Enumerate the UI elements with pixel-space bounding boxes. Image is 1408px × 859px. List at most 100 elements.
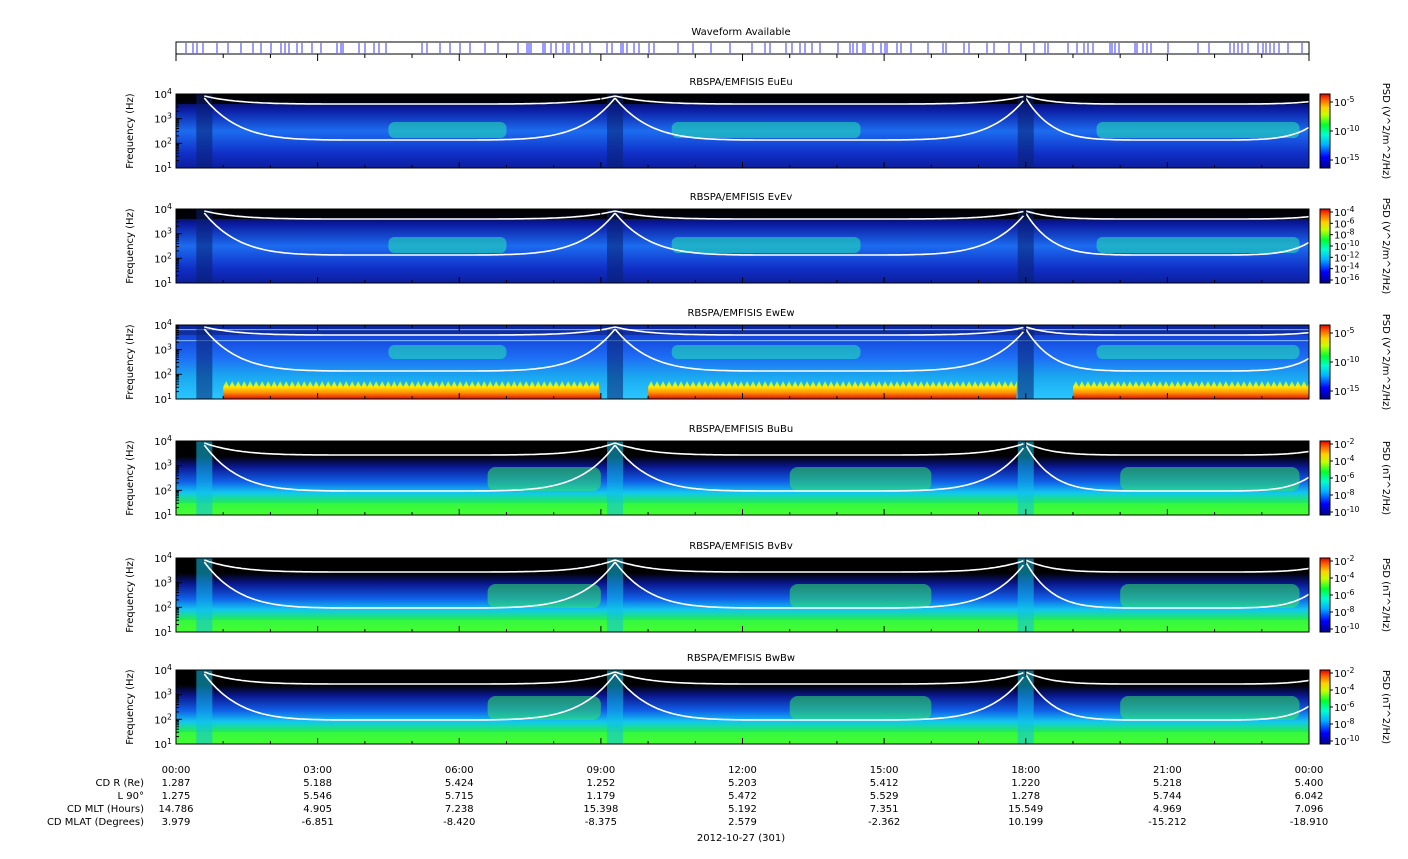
ephemeris-value: 14.786: [159, 804, 194, 815]
ephemeris-value: 5.188: [303, 778, 332, 789]
ephemeris-value: 5.192: [728, 804, 757, 815]
y-tick-label: 104: [154, 551, 172, 565]
spectrogram-panel: RBSPA/EMFISIS BvBv 101 102 103 104 Frequency …: [125, 541, 1391, 639]
y-tick-label: 101: [154, 392, 172, 406]
waveform-strip: [175, 41, 1310, 55]
colorbar-tick-label: 10-10: [1334, 124, 1360, 138]
spectrogram-panel: RBSPA/EMFISIS BwBw 101 102 103 104 Frequency …: [125, 653, 1391, 751]
colorbar-tick-label: 10-10: [1334, 505, 1360, 519]
ephemeris-value: 5.546: [303, 791, 332, 802]
y-axis-label: Frequency (Hz): [125, 440, 136, 516]
spectrogram-band: [1096, 122, 1300, 138]
ephemeris-value: 10.199: [1008, 817, 1043, 828]
ephemeris-row-label: L 90°: [118, 791, 144, 802]
spectrogram-band: [671, 122, 861, 138]
x-tick-label: 21:00: [1153, 765, 1182, 776]
colorbar: [1319, 557, 1331, 633]
spectrogram-band: [789, 696, 932, 720]
x-tick-label: 15:00: [870, 765, 899, 776]
spectrogram-panel: RBSPA/EMFISIS BuBu 101 102 103 104 Frequency …: [125, 424, 1391, 522]
panel-title: RBSPA/EMFISIS BuBu: [689, 424, 793, 435]
panel-title: RBSPA/EMFISIS EwEw: [687, 308, 794, 319]
colorbar-label: PSD (nT^2/Hz): [1380, 670, 1391, 744]
colorbar-tick-label: 10-5: [1334, 95, 1355, 109]
colorbar-label: PSD (nT^2/Hz): [1380, 558, 1391, 632]
panel-title: RBSPA/EMFISIS BwBw: [687, 653, 795, 664]
ephemeris-table: CD R (Re) 1.287 5.188 5.424 1.252 5.203 5.412 1…: [47, 778, 1328, 828]
colorbar-tick-label: 10-2: [1334, 437, 1355, 451]
colorbar-tick-label: 10-8: [1334, 717, 1355, 731]
ephemeris-value: 1.278: [1011, 791, 1040, 802]
panel-title: RBSPA/EMFISIS BvBv: [689, 541, 793, 552]
spectrogram-band: [1120, 584, 1300, 608]
colorbar: [1319, 208, 1331, 284]
y-axis-label: Frequency (Hz): [125, 669, 136, 745]
x-tick-label: 12:00: [728, 765, 757, 776]
ephemeris-value: 6.042: [1295, 791, 1324, 802]
ephemeris-value: -15.212: [1148, 817, 1187, 828]
panel-title: RBSPA/EMFISIS EuEu: [689, 77, 792, 88]
colorbar-tick-label: 10-4: [1334, 571, 1355, 585]
y-tick-label: 102: [154, 136, 172, 150]
colorbar-label: PSD (V^2/m^2/Hz): [1380, 314, 1391, 411]
y-tick-label: 103: [154, 227, 172, 241]
colorbar-tick-label: 10-16: [1334, 273, 1360, 287]
y-axis-label: Frequency (Hz): [125, 557, 136, 633]
y-tick-label: 102: [154, 600, 172, 614]
x-tick-label: 00:00: [1295, 765, 1324, 776]
ephemeris-value: -6.851: [302, 817, 334, 828]
colorbar: [1319, 669, 1331, 745]
y-tick-label: 102: [154, 712, 172, 726]
spectrogram-band: [789, 467, 932, 491]
y-tick-label: 103: [154, 576, 172, 590]
colorbar-tick-label: 10-10: [1334, 622, 1360, 636]
colorbar-tick-label: 10-15: [1334, 384, 1360, 398]
ephemeris-value: -8.375: [585, 817, 617, 828]
ephemeris-value: 1.220: [1011, 778, 1040, 789]
ephemeris-row-label: CD R (Re): [96, 778, 145, 789]
ephemeris-value: 3.979: [162, 817, 191, 828]
y-tick-label: 101: [154, 276, 172, 290]
spectrogram-panel: RBSPA/EMFISIS EvEv 101 102 103 104 Frequency …: [125, 192, 1391, 294]
ephemeris-value: 7.238: [445, 804, 474, 815]
ephemeris-value: -2.362: [868, 817, 900, 828]
colorbar: [1319, 324, 1331, 400]
spectrogram-band: [388, 237, 507, 253]
spectrogram-band: [671, 345, 861, 359]
spectrogram-band: [1096, 237, 1300, 253]
y-tick-label: 104: [154, 87, 172, 101]
spectrogram-figure: Waveform Available RBSPA/EMFISIS EuEu 101…: [47, 27, 1391, 844]
panel-title: RBSPA/EMFISIS EvEv: [690, 192, 793, 203]
x-axis-tick-labels: 00:00 03:00 06:00 09:00 12:00 15:00 18:0…: [162, 765, 1324, 776]
spectrogram-band: [1096, 345, 1300, 359]
colorbar-tick-label: 10-2: [1334, 666, 1355, 680]
ephemeris-value: 5.218: [1153, 778, 1182, 789]
ephemeris-value: 5.424: [445, 778, 474, 789]
spectrogram-band: [176, 340, 1309, 342]
ephemeris-value: 5.472: [728, 791, 757, 802]
colorbar-tick-label: 10-4: [1334, 454, 1355, 468]
ephemeris-value: 4.969: [1153, 804, 1182, 815]
y-tick-label: 101: [154, 737, 172, 751]
ephemeris-value: 7.351: [870, 804, 899, 815]
colorbar-label: PSD (V^2/m^2/Hz): [1380, 83, 1391, 180]
y-tick-label: 103: [154, 688, 172, 702]
ephemeris-value: 15.549: [1008, 804, 1043, 815]
colorbar-tick-label: 10-15: [1334, 153, 1360, 167]
colorbar-tick-label: 10-6: [1334, 700, 1355, 714]
ephemeris-value: 2.579: [728, 817, 757, 828]
colorbar-tick-label: 10-10: [1334, 734, 1360, 748]
y-tick-label: 101: [154, 508, 172, 522]
x-tick-label: 06:00: [445, 765, 474, 776]
date-label: 2012-10-27 (301): [697, 833, 785, 844]
ephemeris-value: 5.400: [1295, 778, 1324, 789]
x-tick-label: 09:00: [586, 765, 615, 776]
y-axis-label: Frequency (Hz): [125, 324, 136, 400]
ephemeris-row-label: CD MLT (Hours): [67, 804, 144, 815]
colorbar-tick-label: 10-6: [1334, 471, 1355, 485]
ephemeris-value: 5.715: [445, 791, 474, 802]
panels: RBSPA/EMFISIS EuEu 101 102 103 104 Frequency …: [125, 77, 1391, 751]
spectrogram-band: [671, 237, 861, 253]
y-tick-label: 103: [154, 343, 172, 357]
colorbar-label: PSD (V^2/m^2/Hz): [1380, 198, 1391, 295]
